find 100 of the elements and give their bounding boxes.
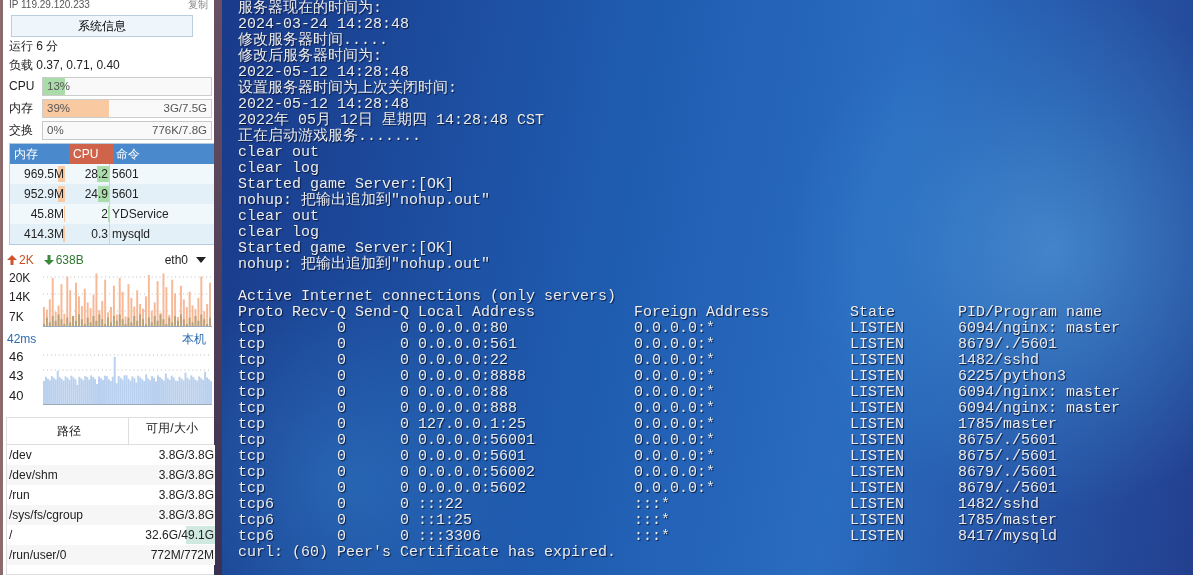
terminal-cell-text: 0	[399, 401, 409, 417]
terminal-cell-text: 0	[399, 353, 409, 369]
table-cell: 2	[101, 207, 109, 221]
load-text: 负载 0.37, 0.71, 0.40	[8, 57, 121, 74]
meter-reading: 39%	[46, 102, 72, 114]
terminal-cell-text: 0.0.0.0:561	[418, 337, 519, 353]
terminal-cell-text: 0.0.0.0:888	[418, 401, 519, 417]
terminal-cell-text: tcp	[238, 385, 266, 401]
column-header[interactable]: 路径	[7, 418, 129, 444]
terminal-cell: 8675/./5601	[958, 433, 1058, 449]
table-cell: 414.3M	[23, 227, 65, 241]
latency-reading: 42ms	[7, 332, 37, 346]
terminal-cell-text: 0.0.0.0:*	[634, 353, 717, 369]
meter-label: 内存	[9, 99, 34, 117]
process-row[interactable]: 952.9M 24.9 5601	[10, 184, 214, 204]
ip-address: IP 119.29.120.233	[9, 0, 90, 10]
table-cell: 3.8G/3.8G	[158, 448, 215, 462]
column-header: State	[850, 305, 897, 321]
terminal-line: 正在启动游戏服务.......	[238, 129, 422, 145]
terminal-cell-text: 0	[336, 529, 346, 545]
table-cell: 772M/772M	[150, 548, 215, 562]
terminal-cell-text: 0.0.0.0:5602	[418, 481, 528, 497]
terminal-cell-text: tcp	[238, 337, 266, 353]
terminal-line: 服务器现在的时间为:	[238, 1, 383, 17]
terminal-cell-text: 0	[336, 465, 346, 481]
table-cell: 969.5M	[23, 167, 65, 181]
terminal-cell-text: 127.0.0.1:25	[418, 417, 528, 433]
column-header[interactable]: CPU	[69, 144, 114, 164]
table-cell: 952.9M	[23, 187, 65, 201]
meter-reading: 0%	[46, 124, 65, 136]
terminal-cell-text: 0.0.0.0:*	[634, 417, 717, 433]
terminal-cell-text: tcp6	[238, 529, 275, 545]
column-header: Recv-Q	[291, 305, 346, 321]
terminal-cell-text: tcp	[238, 465, 266, 481]
axis-label: 46	[9, 350, 25, 364]
column-header[interactable]: 命令	[114, 144, 214, 164]
terminal-cell-text: LISTEN	[850, 513, 906, 529]
table-cell-text: /dev	[8, 448, 33, 462]
terminal-line: Active Internet connections (only servers)	[238, 289, 618, 305]
terminal-cell: 8675/./5601	[958, 449, 1058, 465]
system-info-button[interactable]: 系统信息	[11, 15, 193, 37]
terminal-cell-text: tcp	[238, 369, 266, 385]
terminal-cell-text: 0.0.0.0:*	[634, 369, 717, 385]
copy-link[interactable]: 复制	[188, 0, 208, 10]
terminal-line: curl: (60) Peer's Certificate has expired.	[238, 545, 618, 561]
column-header: PID/Program name	[958, 305, 1103, 321]
terminal-cell-text: 0	[399, 337, 409, 353]
terminal-cell-text: 0	[336, 497, 346, 513]
column-header: Proto	[238, 305, 283, 321]
terminal-cell-text: 0	[399, 385, 409, 401]
terminal-cell-text: ::1:25	[418, 513, 473, 529]
terminal-cell-text: LISTEN	[850, 385, 906, 401]
terminal-cell: 6225/python3	[958, 369, 1067, 385]
table-cell-text: mysqld	[111, 226, 151, 243]
column-header: Foreign Address	[634, 305, 771, 321]
terminal-cell-text: 0.0.0.0:56001	[418, 433, 537, 449]
column-header[interactable]: 内存	[10, 144, 69, 164]
interface-select[interactable]: eth0	[164, 253, 188, 267]
terminal-cell-text: 0.0.0.0:22	[418, 353, 509, 369]
latency-target[interactable]: 本机	[182, 330, 206, 348]
terminal-cell-text: 0.0.0.0:*	[634, 337, 717, 353]
table-cell: 45.8M	[30, 207, 65, 221]
terminal-cell-text: 0	[399, 529, 409, 545]
terminal-cell-text: 0.0.0.0:*	[634, 449, 717, 465]
table-cell-text: /sys/fs/cgroup	[8, 508, 85, 522]
terminal-cell-text: tcp	[238, 417, 266, 433]
terminal-cell-text: LISTEN	[850, 321, 906, 337]
meter-label: 交换	[9, 121, 34, 139]
terminal-cell-text: LISTEN	[850, 481, 906, 497]
axis-label: 43	[9, 369, 25, 383]
column-header: Local Address	[418, 305, 537, 321]
meter-label: CPU	[9, 79, 36, 93]
terminal-cell-text: 0	[336, 385, 346, 401]
terminal-cell-text: LISTEN	[850, 417, 906, 433]
table-cell-text: /run/user/0	[8, 548, 68, 562]
axis-label: 7K	[9, 310, 25, 324]
terminal-cell: 6094/nginx: master	[958, 401, 1121, 417]
terminal-cell-text: 0.0.0.0:*	[634, 321, 717, 337]
process-row[interactable]: 414.3M 0.3 mysqld	[10, 224, 214, 244]
terminal-line: clear log	[238, 161, 320, 177]
terminal-cell-text: 0	[336, 481, 346, 497]
terminal-cell-text: LISTEN	[850, 337, 906, 353]
table-cell: 32.6G/49.1G	[145, 528, 215, 542]
table-cell-text: 5601	[111, 186, 140, 203]
arrow-down-icon	[43, 255, 54, 265]
terminal-cell-text: LISTEN	[850, 401, 906, 417]
terminal-cell-text: 0.0.0.0:*	[634, 481, 717, 497]
caret-icon[interactable]	[196, 257, 206, 263]
process-row[interactable]: 45.8M 2 YDService	[10, 204, 214, 224]
terminal-cell-text: tcp	[238, 353, 266, 369]
terminal-cell-text: :::*	[634, 529, 672, 545]
meter-detail: 776K/7.8G	[151, 124, 208, 136]
column-header: Send-Q	[354, 305, 409, 321]
terminal-line: clear out	[238, 209, 320, 225]
table-cell-text: /	[8, 528, 14, 542]
column-header[interactable]: 可用/大小	[129, 418, 215, 438]
terminal-cell-text: tcp	[238, 401, 266, 417]
process-row[interactable]: 969.5M 28.2 5601	[10, 164, 214, 184]
terminal-cell-text: 0	[399, 465, 409, 481]
terminal-cell-text: tcp	[238, 481, 266, 497]
